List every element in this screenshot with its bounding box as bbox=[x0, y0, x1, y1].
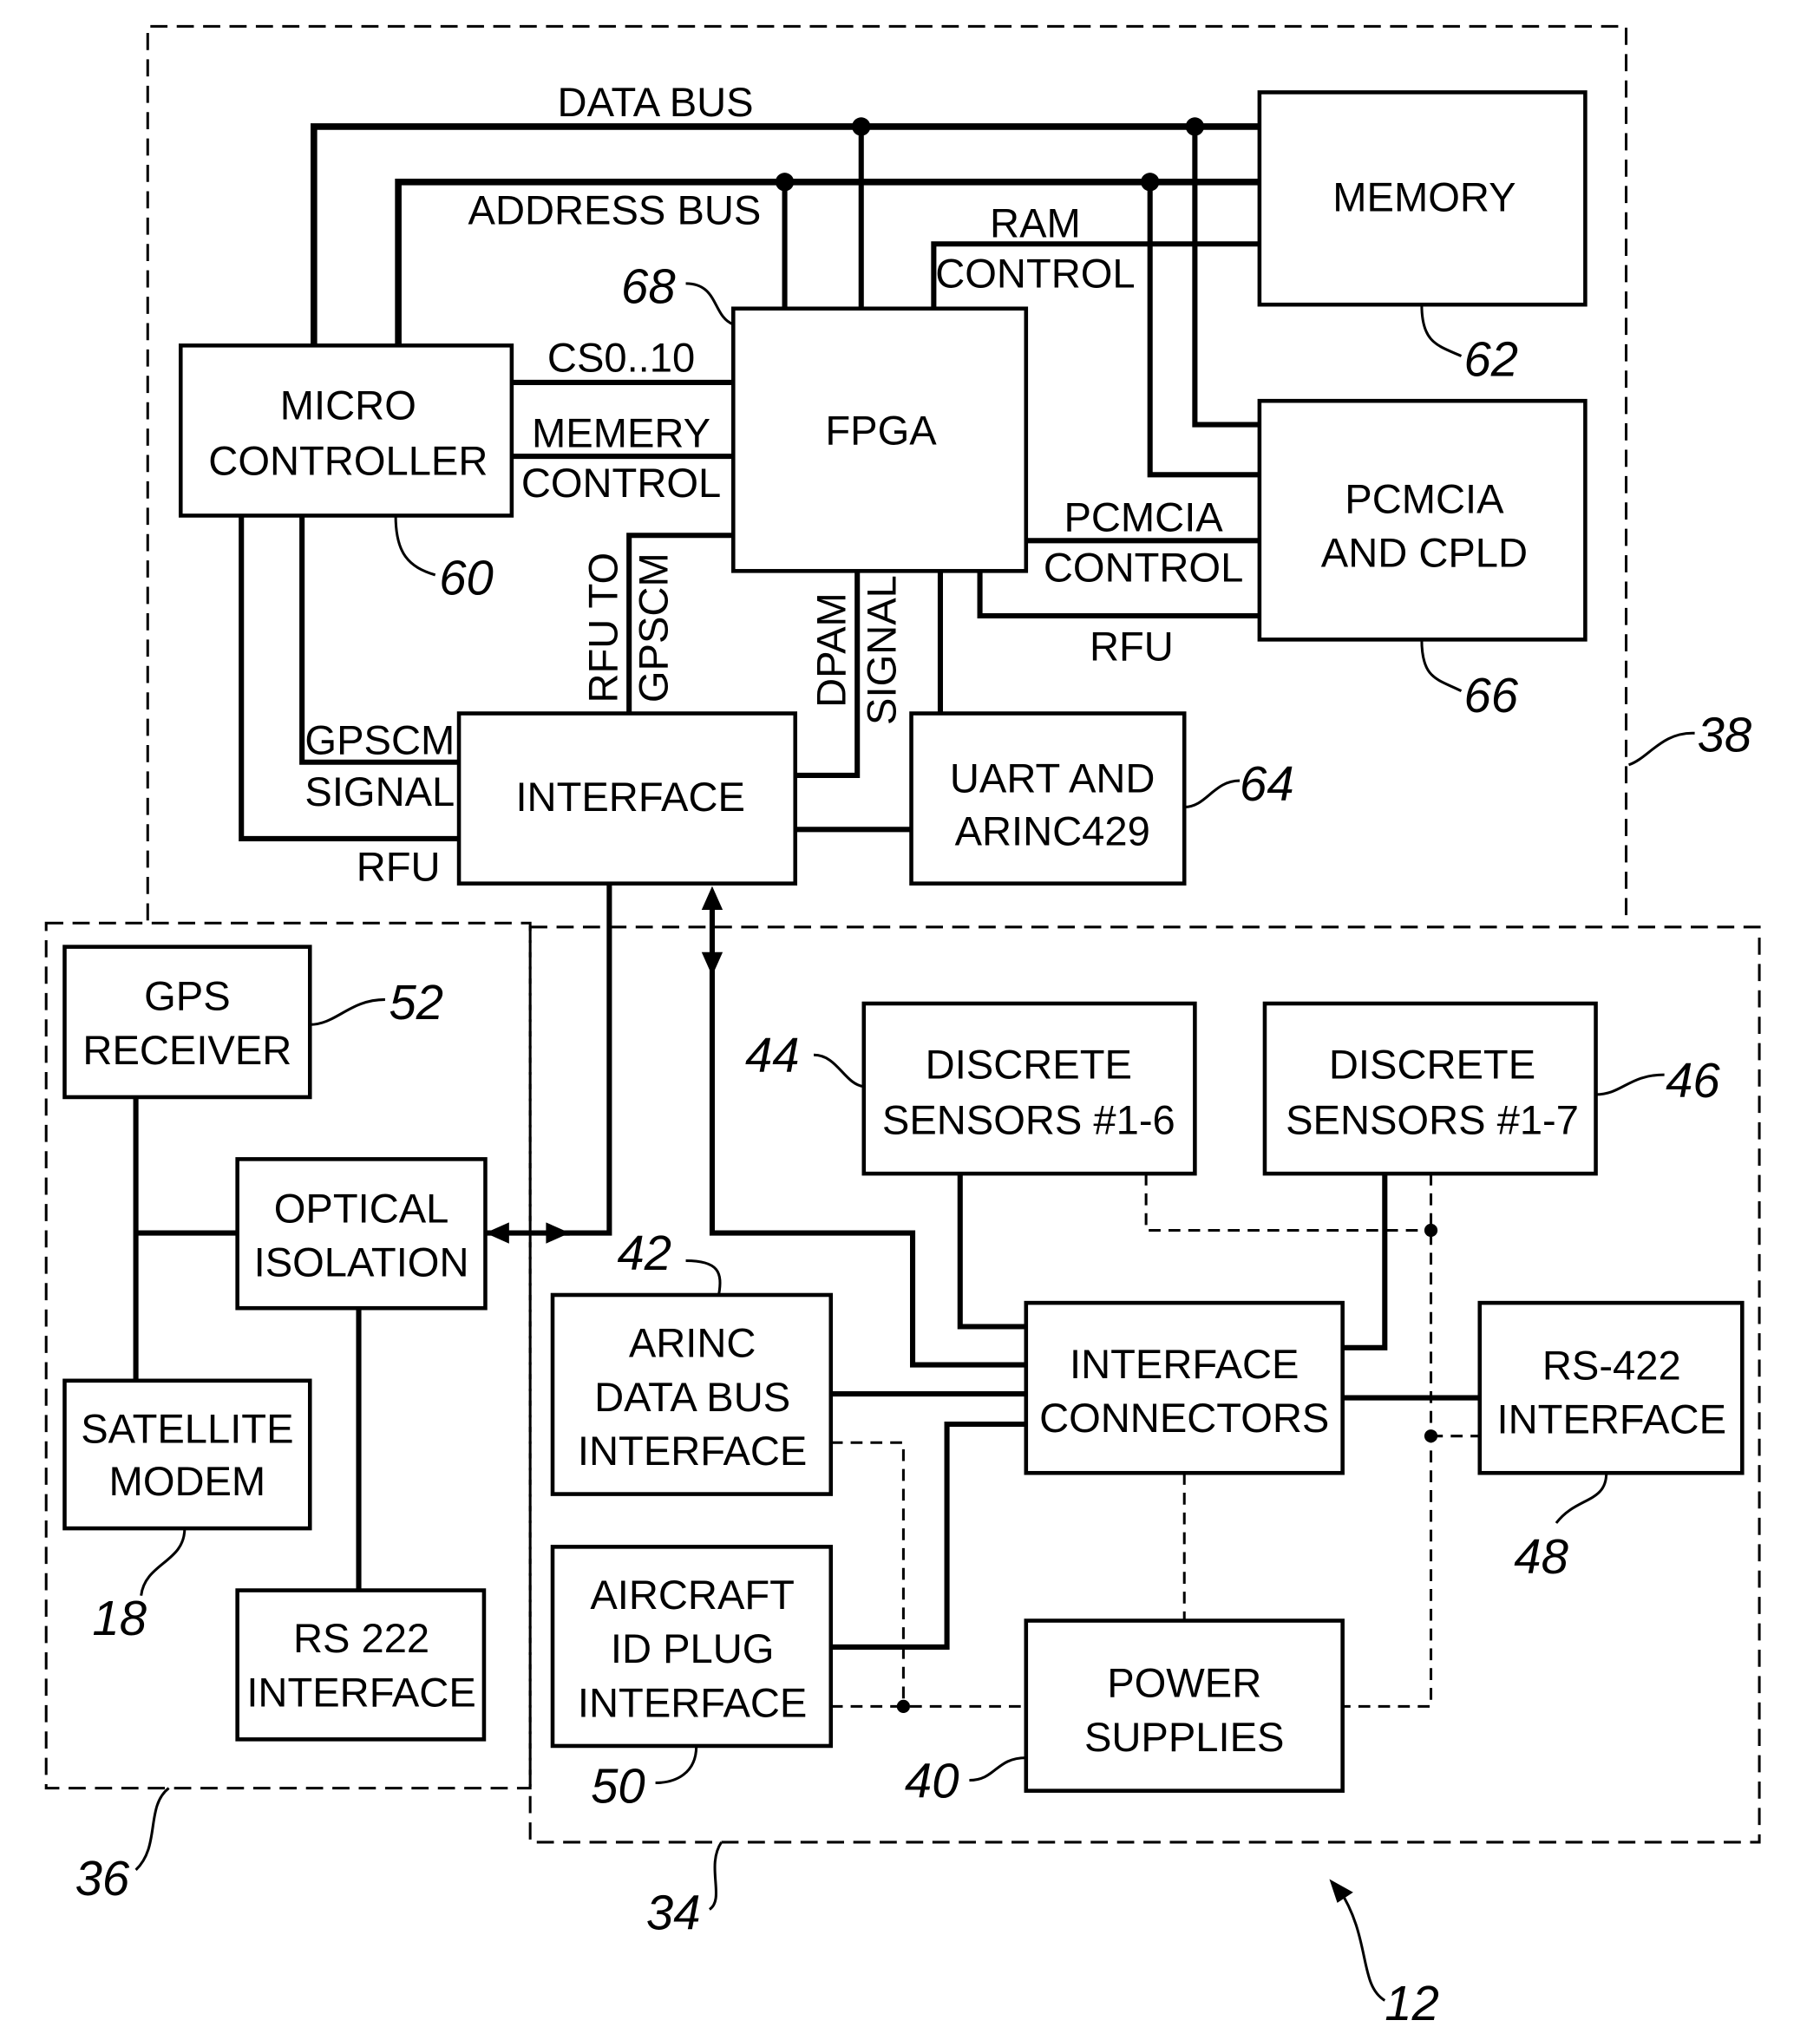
label-address-bus: ADDRESS BUS bbox=[468, 186, 762, 232]
ref-66: 66 bbox=[1464, 668, 1519, 722]
ref-68: 68 bbox=[621, 259, 676, 314]
ref-38: 38 bbox=[1698, 708, 1752, 762]
ref-34: 34 bbox=[646, 1885, 701, 1939]
arrow-down-icon bbox=[701, 951, 723, 977]
svg-text:ARINC429: ARINC429 bbox=[955, 808, 1150, 854]
svg-text:CONTROLLER: CONTROLLER bbox=[208, 437, 488, 483]
svg-text:SUPPLIES: SUPPLIES bbox=[1084, 1714, 1284, 1760]
svg-text:DATA BUS: DATA BUS bbox=[594, 1374, 790, 1420]
label-pcmcia-control: CONTROL bbox=[1044, 544, 1243, 590]
svg-text:PCMCIA: PCMCIA bbox=[1345, 475, 1504, 521]
power-arinc-dashed bbox=[830, 1441, 905, 1707]
label-ram-control: RAM bbox=[990, 200, 1081, 246]
svg-text:INTERFACE: INTERFACE bbox=[578, 1680, 807, 1726]
block-power-supplies: POWER SUPPLIES bbox=[1024, 1618, 1345, 1793]
svg-text:RS 222: RS 222 bbox=[293, 1615, 429, 1661]
block-diagram: MEMORY FPGA MICRO CONTROLLER PCMCIA AND … bbox=[44, 24, 1761, 2030]
block-optical-isolation: OPTICAL ISOLATION bbox=[235, 1157, 488, 1311]
svg-text:DISCRETE: DISCRETE bbox=[1329, 1042, 1535, 1088]
label-memory-control: CONTROL bbox=[521, 460, 721, 506]
block-satellite-modem: SATELLITE MODEM bbox=[62, 1378, 312, 1531]
svg-text:INTERFACE: INTERFACE bbox=[1497, 1396, 1726, 1442]
block-aircraft-id-plug-interface: AIRCRAFT ID PLUG INTERFACE bbox=[550, 1545, 834, 1749]
block-memory: MEMORY bbox=[1257, 90, 1588, 307]
block-gps-receiver: GPS RECEIVER bbox=[62, 945, 312, 1100]
svg-text:ARINC: ARINC bbox=[629, 1319, 756, 1365]
arrow-icon bbox=[1329, 1879, 1353, 1903]
ref-44: 44 bbox=[745, 1028, 800, 1082]
block-interface-connectors: INTERFACE CONNECTORS bbox=[1024, 1300, 1345, 1475]
label-gpscm-signal: SIGNAL bbox=[304, 768, 455, 814]
ref-40: 40 bbox=[905, 1753, 959, 1808]
discrete16-connectors-link bbox=[957, 1174, 1026, 1330]
dashed-junction bbox=[1424, 1429, 1438, 1443]
svg-text:ID PLUG: ID PLUG bbox=[611, 1625, 775, 1671]
svg-text:RS-422: RS-422 bbox=[1542, 1342, 1681, 1388]
ref-12: 12 bbox=[1385, 1976, 1439, 2030]
svg-text:MODEM: MODEM bbox=[109, 1458, 266, 1504]
interface-optical-link bbox=[551, 883, 612, 1236]
block-uart-arinc429: UART AND ARINC429 bbox=[909, 711, 1187, 886]
svg-text:OPTICAL: OPTICAL bbox=[274, 1185, 449, 1231]
svg-text:AIRCRAFT: AIRCRAFT bbox=[590, 1572, 795, 1618]
svg-text:MICRO: MICRO bbox=[280, 382, 416, 428]
label-rfu-to-gpscm: RFU TO bbox=[579, 552, 625, 703]
power-discrete16-dashed bbox=[1144, 1174, 1431, 1232]
ref-52: 52 bbox=[389, 975, 443, 1030]
fpga-label: FPGA bbox=[825, 407, 937, 453]
label-dpam-signal: SIGNAL bbox=[858, 575, 904, 725]
label-ram-control: CONTROL bbox=[935, 250, 1135, 296]
label-data-bus: DATA BUS bbox=[558, 79, 754, 125]
label-cs: CS0..10 bbox=[547, 335, 695, 381]
block-discrete-sensors-1-6: DISCRETE SENSORS #1-6 bbox=[861, 1001, 1197, 1176]
block-pcmcia-cpld: PCMCIA AND CPLD bbox=[1257, 398, 1588, 642]
label-rfu-micro: RFU bbox=[357, 844, 441, 890]
label-memory-control: MEMERY bbox=[532, 409, 710, 455]
svg-text:ISOLATION: ISOLATION bbox=[254, 1239, 469, 1285]
label-rfu-fpga: RFU bbox=[1090, 624, 1174, 670]
block-micro-controller: MICRO CONTROLLER bbox=[178, 343, 514, 518]
dashed-junction bbox=[896, 1699, 910, 1713]
svg-text:RECEIVER: RECEIVER bbox=[82, 1027, 291, 1073]
ref-42: 42 bbox=[617, 1226, 671, 1280]
block-arinc-data-bus-interface: ARINC DATA BUS INTERFACE bbox=[550, 1292, 834, 1496]
block-rs422-interface: RS-422 INTERFACE bbox=[1477, 1300, 1745, 1475]
svg-text:GPS: GPS bbox=[144, 973, 231, 1019]
block-rs222-interface: RS 222 INTERFACE bbox=[235, 1588, 487, 1742]
svg-text:UART AND: UART AND bbox=[950, 755, 1156, 801]
label-dpam-signal: DPAM bbox=[809, 592, 854, 708]
block-fpga: FPGA bbox=[731, 306, 1029, 573]
aircraftid-connectors-link bbox=[830, 1421, 1026, 1650]
svg-text:SATELLITE: SATELLITE bbox=[81, 1405, 293, 1451]
svg-text:INTERFACE: INTERFACE bbox=[578, 1428, 807, 1474]
ref-64: 64 bbox=[1240, 756, 1294, 811]
svg-text:DISCRETE: DISCRETE bbox=[926, 1042, 1132, 1088]
ref-60: 60 bbox=[439, 551, 494, 605]
block-interface: INTERFACE bbox=[456, 711, 798, 886]
svg-text:INTERFACE: INTERFACE bbox=[1070, 1341, 1299, 1387]
memory-label: MEMORY bbox=[1332, 173, 1516, 219]
ref-62: 62 bbox=[1464, 331, 1519, 386]
ref-50: 50 bbox=[591, 1758, 645, 1813]
svg-text:SENSORS #1-7: SENSORS #1-7 bbox=[1286, 1097, 1579, 1143]
svg-text:AND CPLD: AND CPLD bbox=[1321, 530, 1528, 576]
pcmcia-address-link bbox=[1147, 181, 1260, 478]
ref-18: 18 bbox=[92, 1591, 147, 1645]
svg-text:INTERFACE: INTERFACE bbox=[515, 774, 744, 820]
ref-46: 46 bbox=[1666, 1053, 1720, 1108]
ref-48: 48 bbox=[1514, 1529, 1568, 1584]
svg-text:SENSORS #1-6: SENSORS #1-6 bbox=[882, 1097, 1175, 1143]
discrete17-connectors-link bbox=[1342, 1174, 1388, 1350]
arrow-up-icon bbox=[701, 886, 723, 911]
svg-text:INTERFACE: INTERFACE bbox=[246, 1669, 475, 1715]
dashed-junction bbox=[1424, 1223, 1438, 1238]
label-pcmcia-control: PCMCIA bbox=[1064, 494, 1223, 540]
label-rfu-to-gpscm: GPSCM bbox=[630, 552, 676, 703]
block-discrete-sensors-1-7: DISCRETE SENSORS #1-7 bbox=[1262, 1001, 1598, 1176]
svg-text:CONNECTORS: CONNECTORS bbox=[1039, 1395, 1329, 1441]
pcmcia-data-link bbox=[1192, 126, 1260, 428]
svg-text:POWER: POWER bbox=[1107, 1660, 1261, 1706]
label-gpscm-signal: GPSCM bbox=[304, 717, 455, 763]
ref-36: 36 bbox=[75, 1851, 130, 1906]
